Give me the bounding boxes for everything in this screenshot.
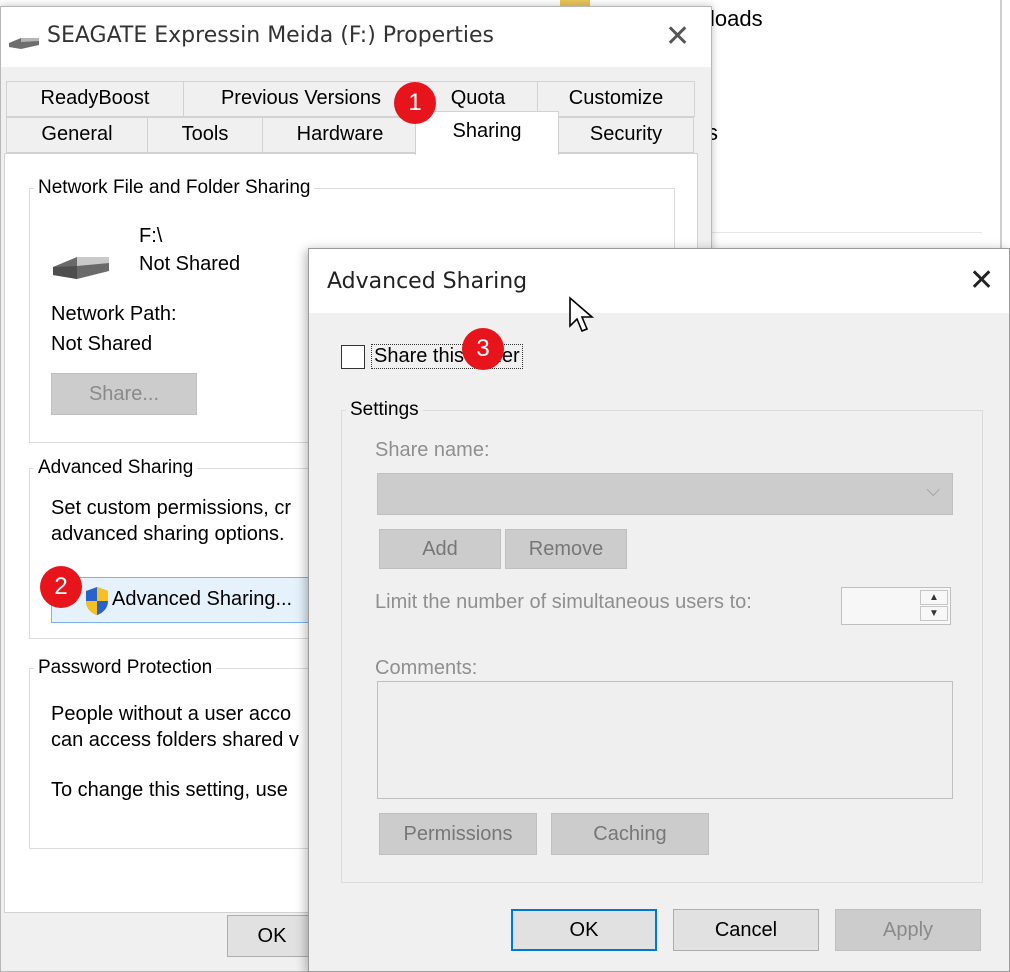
advanced-sharing-title: Advanced Sharing: [327, 269, 528, 294]
drive-icon: [9, 38, 39, 49]
background-item-label: loads: [710, 6, 763, 31]
background-divider: [712, 232, 982, 233]
advanced-sharing-legend: Advanced Sharing: [38, 457, 194, 478]
share-name-label: Share name:: [375, 439, 490, 461]
step-badge-2: 2: [40, 566, 82, 608]
drive-letter: F:\: [139, 225, 163, 247]
password-line1: People without a user acco: [51, 703, 292, 725]
user-limit-spinner[interactable]: ▲ ▼: [841, 587, 951, 625]
comments-field[interactable]: [377, 681, 953, 799]
advanced-sharing-button-label: Advanced Sharing...: [112, 588, 293, 610]
advanced-desc-line2: advanced sharing options.: [51, 523, 285, 545]
remove-button[interactable]: Remove: [505, 529, 627, 569]
share-status: Not Shared: [139, 253, 241, 275]
network-path-value: Not Shared: [51, 333, 153, 355]
tab-general[interactable]: General: [6, 117, 148, 153]
caching-button[interactable]: Caching: [551, 813, 709, 855]
network-path-label: Network Path:: [51, 303, 177, 325]
comments-label: Comments:: [375, 657, 478, 679]
step-badge-3: 3: [462, 328, 504, 370]
drive-icon: [53, 257, 109, 279]
password-protection-legend: Password Protection: [38, 657, 213, 678]
advanced-sharing-button[interactable]: Advanced Sharing...: [51, 577, 313, 623]
ok-button[interactable]: OK: [511, 909, 657, 951]
mouse-cursor-icon: [569, 296, 594, 333]
password-line2: can access folders shared v: [51, 729, 299, 751]
tab-security[interactable]: Security: [558, 117, 694, 153]
add-button[interactable]: Add: [379, 529, 501, 569]
close-icon[interactable]: ✕: [969, 263, 994, 298]
properties-title: SEAGATE Expressin Meida (F:) Properties: [47, 23, 494, 48]
share-button[interactable]: Share...: [51, 373, 197, 415]
shield-icon: [86, 587, 108, 615]
tab-hardware[interactable]: Hardware: [262, 117, 418, 153]
advanced-sharing-dialog: Advanced Sharing ✕ Share this folder Set…: [308, 248, 1010, 972]
permissions-button[interactable]: Permissions: [379, 813, 537, 855]
password-line3: To change this setting, use: [51, 779, 288, 801]
chevron-down-icon: ⌵: [926, 480, 940, 500]
network-sharing-legend: Network File and Folder Sharing: [38, 177, 311, 198]
settings-legend: Settings: [350, 399, 419, 420]
tab-customize[interactable]: Customize: [537, 81, 695, 117]
advanced-desc-line1: Set custom permissions, cr: [51, 497, 292, 519]
tab-tools[interactable]: Tools: [147, 117, 263, 153]
limit-users-label: Limit the number of simultaneous users t…: [375, 591, 752, 613]
tab-readyboost[interactable]: ReadyBoost: [6, 81, 184, 117]
apply-button[interactable]: Apply: [835, 909, 981, 951]
share-folder-checkbox[interactable]: [341, 345, 365, 369]
close-icon[interactable]: ✕: [665, 19, 690, 54]
step-badge-1: 1: [394, 82, 436, 124]
properties-ok-button[interactable]: OK: [227, 915, 317, 957]
settings-group: Settings: [341, 399, 983, 883]
spin-up-icon[interactable]: ▲: [920, 590, 948, 605]
tab-previous-versions[interactable]: Previous Versions: [183, 81, 419, 117]
spin-down-icon[interactable]: ▼: [920, 606, 948, 621]
tab-sharing[interactable]: Sharing: [415, 111, 559, 155]
share-name-select[interactable]: ⌵: [377, 473, 953, 515]
cancel-button[interactable]: Cancel: [673, 909, 819, 951]
